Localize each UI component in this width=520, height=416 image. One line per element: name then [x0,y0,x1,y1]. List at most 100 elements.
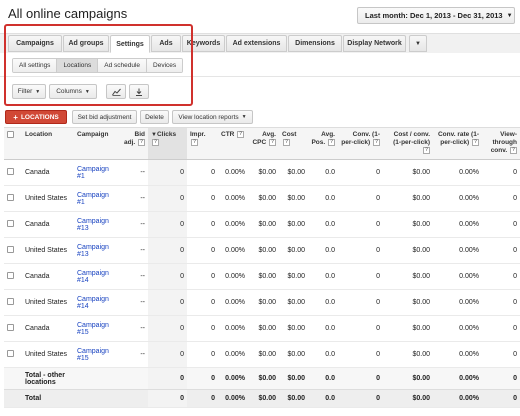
row-checkbox[interactable] [7,298,14,305]
avg-cpc-cell: $0.00 [248,185,279,212]
location-cell: Canada [22,263,74,290]
delete-button[interactable]: Delete [140,110,169,124]
tab-display-network[interactable]: Display Network [343,35,406,52]
campaign-link[interactable]: Campaign #15 [77,348,109,362]
chart-button[interactable] [106,84,126,99]
impr-cell: 0 [187,185,218,212]
tab-campaigns[interactable]: Campaigns [8,35,62,52]
column-header-clicks[interactable]: ▼Clicks ? [148,127,187,160]
help-icon[interactable]: ? [138,139,146,146]
columns-button[interactable]: Columns ▼ [49,84,97,99]
row-checkbox[interactable] [7,272,14,279]
download-button[interactable] [129,84,149,99]
campaign-link[interactable]: Campaign #14 [77,270,109,284]
help-icon[interactable]: ? [328,139,335,146]
empty-cell [121,367,148,390]
subtab-locations[interactable]: Locations [57,59,99,72]
campaign-link[interactable]: Campaign #1 [77,192,109,206]
column-header-ctr[interactable]: CTR ? [218,127,248,160]
row-checkbox[interactable] [7,168,14,175]
campaign-link[interactable]: Campaign #13 [77,218,109,232]
tab-keywords[interactable]: Keywords [182,35,225,52]
row-checkbox[interactable] [7,246,14,253]
date-range-label: Last month: [365,11,408,20]
help-icon[interactable]: ? [237,131,245,138]
subtab-all-settings[interactable]: All settings [13,59,58,72]
column-header-cost-per-conv[interactable]: Cost / conv. (1-per-click) ? [383,127,433,160]
help-icon[interactable]: ? [283,139,290,146]
date-range-selector[interactable]: Last month: Dec 1, 2013 - Dec 31, 2013 ▼ [357,7,515,24]
row-checkbox[interactable] [7,220,14,227]
help-icon[interactable]: ? [152,139,159,146]
avg-pos-cell: 0.0 [308,237,338,264]
column-header-conv-rate[interactable]: Conv. rate (1-per-click) ? [433,127,482,160]
bid-adj-cell[interactable]: -- [121,237,148,264]
campaign-link[interactable]: Campaign #1 [77,166,109,180]
impr-cell: 0 [187,289,218,316]
row-checkbox[interactable] [7,350,14,357]
select-all-checkbox[interactable] [7,131,14,138]
row-checkbox[interactable] [7,194,14,201]
help-icon[interactable]: ? [191,139,198,146]
tab-settings[interactable]: Settings [110,35,150,53]
table-row[interactable]: United States Campaign #1 -- 0 0 0.00% $0.00 $0… [4,185,520,212]
total-impr-cell: 0 [187,367,218,390]
total-avg-pos-cell: 0.0 [308,367,338,390]
help-icon[interactable]: ? [472,139,479,146]
column-header-bid-adj[interactable]: Bid adj. ? [121,127,148,160]
location-cell: United States [22,341,74,368]
campaign-cell: Campaign #15 [74,341,121,368]
column-header-campaign[interactable]: Campaign [74,127,121,160]
set-bid-adjustment-button[interactable]: Set bid adjustment [72,110,137,124]
column-header-conv[interactable]: Conv. (1-per-click) ? [338,127,383,160]
bid-adj-cell[interactable]: -- [121,185,148,212]
table-row[interactable]: United States Campaign #13 -- 0 0 0.00% $0.00 $… [4,237,520,264]
table-row[interactable]: Canada Campaign #1 -- 0 0 0.00% $0.00 $0.00 0.0 0… [4,159,520,186]
add-locations-button[interactable]: + LOCATIONS [5,110,67,124]
column-header-view-through[interactable]: View-through conv. ? [482,127,520,160]
tab-ad-extensions[interactable]: Ad extensions [226,35,287,52]
help-icon[interactable]: ? [269,139,276,146]
ctr-cell: 0.00% [218,237,248,264]
help-icon[interactable]: ? [510,147,517,154]
conv-cell: 0 [338,211,383,238]
row-select-cell [4,341,22,368]
table-row[interactable]: Canada Campaign #13 -- 0 0 0.00% $0.00 $0.00 0.0… [4,211,520,238]
tab-ad-groups[interactable]: Ad groups [63,35,109,52]
bid-adj-cell[interactable]: -- [121,341,148,368]
row-checkbox[interactable] [7,324,14,331]
view-location-reports-button[interactable]: View location reports ▼ [172,110,253,124]
bid-adj-cell[interactable]: -- [121,289,148,316]
column-header-location[interactable]: Location [22,127,74,160]
column-header-avg-pos[interactable]: Avg. Pos. ? [308,127,338,160]
campaign-link[interactable]: Campaign #15 [77,322,109,336]
column-header-cost[interactable]: Cost ? [279,127,308,160]
column-header-avg-cpc[interactable]: Avg. CPC ? [248,127,279,160]
bid-adj-cell[interactable]: -- [121,263,148,290]
campaign-link[interactable]: Campaign #13 [77,244,109,258]
table-row[interactable]: Canada Campaign #15 -- 0 0 0.00% $0.00 $0.00 0.0… [4,315,520,342]
tab-ads[interactable]: Ads [151,35,181,52]
bid-adj-cell[interactable]: -- [121,315,148,342]
subtab-ad-schedule[interactable]: Ad schedule [98,59,148,72]
subtab-devices[interactable]: Devices [147,59,183,72]
view-through-cell: 0 [482,289,520,316]
cost-conv-cell: $0.00 [383,341,433,368]
impr-cell: 0 [187,341,218,368]
help-icon[interactable]: ? [423,147,430,154]
bid-adj-cell[interactable]: -- [121,211,148,238]
column-header-impr[interactable]: Impr. ? [187,127,218,160]
view-through-cell: 0 [482,159,520,186]
bid-adj-cell[interactable]: -- [121,159,148,186]
campaign-link[interactable]: Campaign #14 [77,296,109,310]
view-through-cell: 0 [482,263,520,290]
help-icon[interactable]: ? [373,139,380,146]
tab-dimensions[interactable]: Dimensions [288,35,342,52]
table-row[interactable]: United States Campaign #14 -- 0 0 0.00% $0.00 $… [4,289,520,316]
more-tabs-button[interactable]: ▼ [409,35,427,52]
chevron-down-icon: ▼ [415,40,421,47]
filter-button[interactable]: Filter ▼ [12,84,46,99]
table-row[interactable]: Canada Campaign #14 -- 0 0 0.00% $0.00 $0.00 0.0… [4,263,520,290]
table-row[interactable]: United States Campaign #15 -- 0 0 0.00% $0.00 $… [4,341,520,368]
total-view-through-cell: 0 [482,389,520,408]
